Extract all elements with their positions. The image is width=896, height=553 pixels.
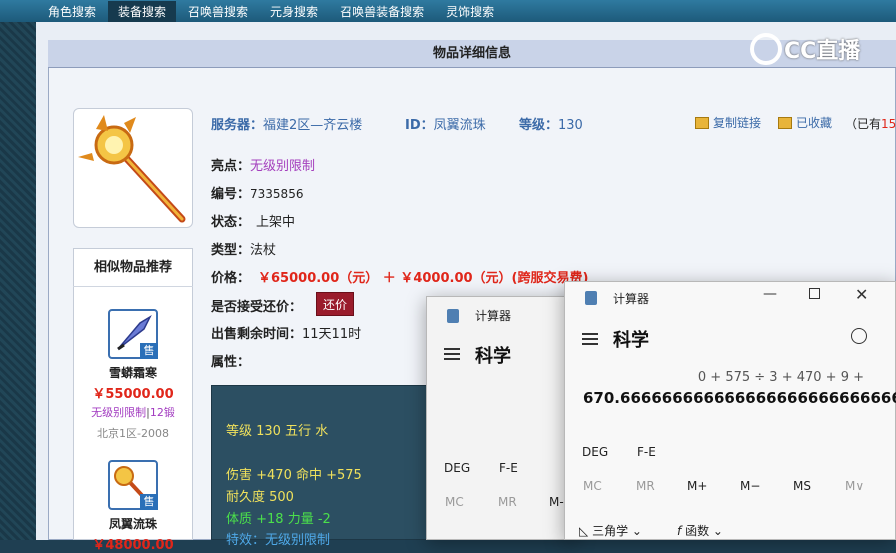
attr-durability-line: 耐久度 500 [226,490,294,505]
similar-items-title: 相似物品推荐 [93,260,172,275]
id-info: ID：凤翼流珠 [405,118,486,133]
id-value: 凤翼流珠 [433,118,486,133]
attr-damage-line: 伤害 +470 命中 +575 [226,468,362,483]
attributes-label: 属性： [211,355,251,370]
m-dropdown-button[interactable]: M∨ [845,479,864,493]
function-icon: f [677,524,682,538]
similar-item-thumb[interactable]: 售 [108,309,158,359]
type-value: 法杖 [250,243,277,258]
cc-logo-icon [750,33,782,65]
favorite-count: （已有15人 [845,117,896,131]
calculator-title: 计算器 [475,309,512,323]
server-value: 福建2区—齐云楼 [263,118,363,133]
history-icon[interactable] [851,328,867,344]
favorite-button[interactable]: 已收藏 [778,114,832,131]
copy-link-button[interactable]: 复制链接 [695,114,761,131]
mc-button[interactable]: MC [583,479,602,493]
tab-role-search[interactable]: 角色搜索 [38,1,106,22]
ms-button[interactable]: MS [793,479,811,493]
triangle-icon: ◺ [579,524,589,538]
similar-item-price: ￥55000.00 [92,387,174,402]
calculator-window[interactable]: 计算器 — ✕ 科学 0 + 575 ÷ 3 + 470 + 9 + 670.6… [564,281,896,540]
for-sale-badge: 售 [140,494,158,510]
tab-avatar-search[interactable]: 元身搜索 [260,1,328,22]
hamburger-menu-icon[interactable] [444,348,460,360]
item-image [73,108,193,228]
bargain-button[interactable]: 还价 [316,292,354,316]
level-value: 130 [558,118,583,133]
similar-item-server: 北京1区-2008 [97,427,169,440]
level-info: 等级：130 [519,118,583,133]
m-minus-button[interactable]: M− [740,479,760,493]
page-left-strip [0,22,36,540]
price-value: ￥65000.00（元） ＋ ￥4000.00（元）(跨服交易费) [258,271,589,286]
remaining-time-row: 出售剩余时间：11天11时 [211,327,362,342]
staff-icon [78,115,186,223]
fe-button[interactable]: F-E [499,461,518,475]
folder-icon [695,116,709,129]
tab-equipment-search[interactable]: 装备搜索 [108,0,177,22]
bargain-row: 是否接受还价： [211,300,303,315]
similar-item-name[interactable]: 凤翼流珠 [73,515,193,532]
calculator-result: 670.66666666666666666666666666667 [583,389,896,407]
similar-item-tag: 无级别限制|12锻 [91,406,175,419]
number-value: 7335856 [250,187,304,201]
close-icon[interactable]: ✕ [855,285,868,304]
highlight-row: 亮点：无级别限制 [211,159,316,174]
price-row: 价格： ￥65000.00（元） ＋ ￥4000.00（元）(跨服交易费) [211,271,589,286]
remaining-time-value: 11天11时 [302,327,362,342]
for-sale-badge: 售 [140,343,158,359]
tab-pet-search[interactable]: 召唤兽搜索 [178,1,258,22]
top-nav: 角色搜索 装备搜索 召唤兽搜索 元身搜索 召唤兽装备搜索 灵饰搜索 [0,0,896,22]
similar-item-thumb[interactable]: 售 [108,460,158,510]
mr-button[interactable]: MR [498,495,517,509]
tab-pet-equipment-search[interactable]: 召唤兽装备搜索 [330,1,434,22]
cc-live-logo: CC直播 [750,32,880,66]
type-row: 类型：法杖 [211,243,277,258]
calculator-expression: 0 + 575 ÷ 3 + 470 + 9 + [697,370,864,385]
status-value: 上架中 [256,215,296,230]
minimize-icon[interactable]: — [763,286,777,302]
divider [73,286,193,287]
attr-level-line: 等级 130 五行 水 [226,424,329,439]
tab-ornament-search[interactable]: 灵饰搜索 [436,1,504,22]
highlight-value: 无级别限制 [250,159,316,174]
hamburger-menu-icon[interactable] [582,333,598,345]
mr-button[interactable]: MR [636,479,655,493]
maximize-icon[interactable] [809,288,820,299]
status-row: 状态： 上架中 [211,215,296,230]
calculator-app-icon [447,309,459,323]
server-info: 服务器：福建2区—齐云楼 [211,118,363,133]
similar-item-price: ￥48000.00 [92,538,174,553]
calculator-window-back[interactable]: 计算器 科学 DEG F-E MC MR M- [426,296,576,540]
mc-button[interactable]: MC [445,495,464,509]
deg-button[interactable]: DEG [582,445,608,459]
deg-button[interactable]: DEG [444,461,470,475]
folder-star-icon [778,116,792,129]
number-row: 编号：7335856 [211,187,304,202]
m-plus-button[interactable]: M+ [687,479,707,493]
calculator-title: 计算器 [613,292,650,306]
calculator-mode: 科学 [475,346,511,367]
calculator-mode: 科学 [613,330,649,351]
function-dropdown[interactable]: f 函数 ⌄ [677,522,723,539]
chevron-down-icon: ⌄ [712,524,723,538]
chevron-down-icon: ⌄ [631,524,642,538]
m-minus-button[interactable]: M- [549,495,564,509]
calculator-app-icon [585,291,597,305]
attr-effect-line: 特效：无级别限制 [226,533,331,548]
attr-stats-line: 体质 +18 力量 -2 [226,512,331,527]
similar-item-name[interactable]: 雪蟒霜寒 [73,364,193,381]
trigonometry-dropdown[interactable]: ◺ 三角学 ⌄ [579,522,642,539]
fe-button[interactable]: F-E [637,445,656,459]
